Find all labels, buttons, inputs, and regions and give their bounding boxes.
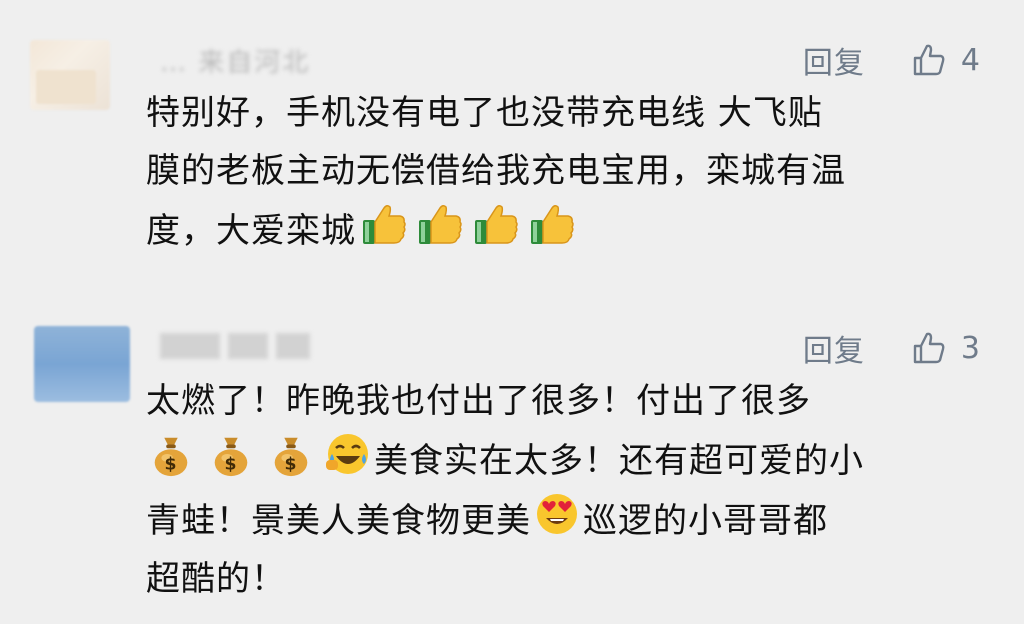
money-bag-emoji-icon xyxy=(268,432,314,478)
money-bag-emoji-icon xyxy=(208,432,254,478)
thumbs-up-icon xyxy=(913,332,945,364)
comment-text: 太燃了！昨晚我也付出了很多！付出了很多 美食实在太多！还有超可爱的小 青蛙！景美… xyxy=(146,372,986,608)
avatar[interactable] xyxy=(30,40,110,110)
thumbs-up-emoji-icon xyxy=(526,200,578,248)
comment-line: 美食实在太多！还有超可爱的小 xyxy=(374,441,864,481)
comment-line: 太燃了！昨晚我也付出了很多！付出了很多 xyxy=(146,381,811,421)
comment-line: 度，大爱栾城 xyxy=(146,211,356,251)
thumbs-up-emoji-icon xyxy=(470,200,522,248)
username[interactable]: … 来自河北 xyxy=(160,42,310,79)
like-button[interactable]: 4 xyxy=(911,42,980,78)
reply-button[interactable]: 回复 xyxy=(803,38,865,82)
like-count: 3 xyxy=(960,330,980,366)
comment-actions: 回复 4 xyxy=(803,38,980,82)
money-bag-emoji-icon xyxy=(148,432,194,478)
heart-eyes-emoji-icon xyxy=(533,490,581,538)
comment-text: 特别好，手机没有电了也没带充电线 大飞贴 膜的老板主动无偿借给我充电宝用，栾城有… xyxy=(146,84,986,260)
thumbs-up-emoji-icon xyxy=(358,200,410,248)
comment-line: 青蛙！景美人美食物更美 xyxy=(146,501,531,541)
laughing-crying-emoji-icon xyxy=(324,430,372,478)
thumbs-up-emoji-icon xyxy=(414,200,466,248)
comment-line: 巡逻的小哥哥都 xyxy=(583,501,828,541)
thumbs-up-icon xyxy=(913,44,945,76)
comment-item: 回复 3 太燃了！昨晚我也付出了很多！付出了很多 美食实在太多！还有超可爱的小 … xyxy=(0,300,1024,624)
comment-item: … 来自河北 回复 4 特别好，手机没有电了也没带充电线 大飞贴 膜的老板主动无… xyxy=(0,0,1024,300)
comment-actions: 回复 3 xyxy=(803,326,980,370)
comment-list: … 来自河北 回复 4 特别好，手机没有电了也没带充电线 大飞贴 膜的老板主动无… xyxy=(0,0,1024,624)
avatar[interactable] xyxy=(34,326,130,402)
reply-button[interactable]: 回复 xyxy=(803,326,865,370)
username[interactable] xyxy=(160,330,340,359)
comment-line: 特别好，手机没有电了也没带充电线 大飞贴 xyxy=(146,93,823,133)
comment-line: 膜的老板主动无偿借给我充电宝用，栾城有温 xyxy=(146,151,846,191)
like-button[interactable]: 3 xyxy=(911,330,980,366)
like-count: 4 xyxy=(960,42,980,78)
comment-line: 超酷的！ xyxy=(146,559,286,599)
